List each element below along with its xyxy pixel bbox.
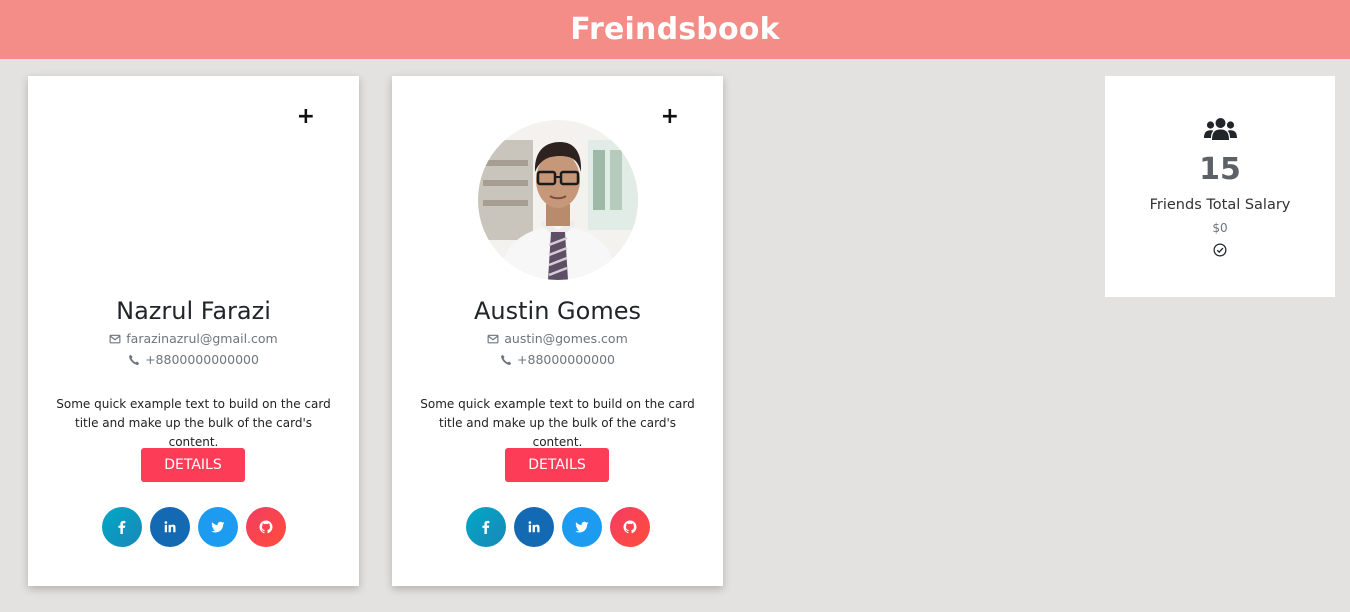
linkedin-icon[interactable]	[149, 507, 190, 547]
friend-name: Austin Gomes	[474, 297, 641, 325]
friend-name: Nazrul Farazi	[116, 297, 271, 325]
phone-icon	[501, 354, 512, 365]
friend-phone: +88000000000	[517, 352, 615, 367]
friend-email-row: austin@gomes.com	[392, 331, 723, 346]
social-links	[28, 507, 359, 547]
envelope-icon	[109, 334, 121, 343]
twitter-icon[interactable]	[561, 507, 602, 547]
total-salary-amount: $0	[1212, 221, 1228, 235]
friend-description: Some quick example text to build on the …	[56, 397, 331, 449]
friend-description: Some quick example text to build on the …	[420, 397, 695, 449]
facebook-icon[interactable]	[465, 507, 506, 547]
users-icon	[1204, 118, 1237, 140]
linkedin-icon[interactable]	[513, 507, 554, 547]
total-salary-label: Friends Total Salary	[1149, 197, 1291, 213]
twitter-icon[interactable]	[197, 507, 238, 547]
friend-photo	[478, 120, 638, 280]
check-circle-icon	[1213, 243, 1227, 257]
friend-count: 15	[1199, 152, 1241, 187]
salary-summary-card: 15 Friends Total Salary $0	[1105, 76, 1335, 297]
details-button[interactable]: DETAILS	[505, 448, 609, 482]
facebook-icon[interactable]	[101, 507, 142, 547]
add-friend-button[interactable]: +	[661, 106, 679, 128]
friend-email-row: farazinazrul@gmail.com	[28, 331, 359, 346]
social-links	[392, 507, 723, 547]
friend-phone-row: +8800000000000	[28, 352, 359, 367]
app-title: Freindsbook	[570, 12, 780, 47]
details-button[interactable]: DETAILS	[141, 448, 245, 482]
friend-email: austin@gomes.com	[504, 331, 628, 346]
github-icon[interactable]	[609, 507, 650, 547]
github-icon[interactable]	[245, 507, 286, 547]
app-header: Freindsbook	[0, 0, 1350, 59]
friend-card: + Nazrul Farazi farazinazrul@gmail.com +…	[28, 76, 359, 586]
friend-phone-row: +88000000000	[392, 352, 723, 367]
friend-phone: +8800000000000	[145, 352, 259, 367]
friend-card: + Austin Gomes austin@gomes.com +8800000…	[392, 76, 723, 586]
envelope-icon	[487, 334, 499, 343]
add-friend-button[interactable]: +	[297, 106, 315, 128]
phone-icon	[129, 354, 140, 365]
friend-email: farazinazrul@gmail.com	[126, 331, 278, 346]
